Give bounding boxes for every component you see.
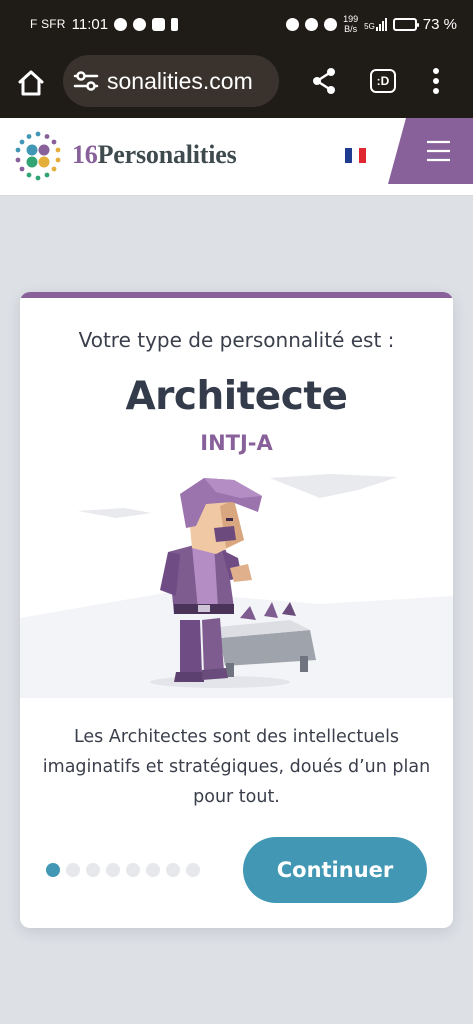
alert-icon [171, 17, 179, 31]
personality-type-code: INTJ-A [200, 431, 273, 455]
status-bar: F SFR 11:01 199 B/s 5G 73 % [0, 0, 473, 48]
french-flag-icon[interactable] [345, 148, 366, 163]
home-icon[interactable] [16, 68, 46, 98]
address-bar[interactable]: sonalities.com [63, 55, 279, 107]
battery-percent: 73 % [422, 15, 457, 33]
status-right: 199 B/s 5G 73 % [286, 14, 457, 34]
logo-word: Personalities [97, 140, 237, 169]
card-accent-bar [20, 292, 453, 298]
pager-dot[interactable] [146, 863, 160, 877]
eye-icon [286, 17, 300, 31]
personality-type-name: Architecte [125, 374, 348, 419]
network-speed-unit: B/s [344, 24, 358, 34]
pager-dot[interactable] [86, 863, 100, 877]
site-logo[interactable]: 16Personalities [72, 140, 237, 170]
status-left: F SFR 11:01 [30, 15, 179, 33]
browser-toolbar: sonalities.com :D [0, 48, 473, 118]
logo-icon[interactable] [12, 130, 64, 182]
clock: 11:01 [71, 15, 109, 33]
pager-dot[interactable] [166, 863, 180, 877]
pager-dot[interactable] [186, 863, 200, 877]
network-speed: 199 B/s [343, 14, 358, 34]
pager-dots[interactable] [46, 863, 200, 877]
personality-description: Les Architectes sont des intellectuels i… [42, 727, 431, 807]
continue-button[interactable]: Continuer [243, 837, 427, 903]
mute-icon [324, 17, 338, 31]
tune-icon[interactable] [73, 70, 99, 92]
signal-icon: 5G [364, 17, 387, 31]
result-card: Votre type de personnalité est : Archite… [20, 292, 453, 928]
alarm-icon [305, 17, 319, 31]
extension-icon[interactable]: :D [370, 69, 396, 93]
pager-dot-active[interactable] [46, 863, 60, 877]
share-icon[interactable] [310, 66, 338, 96]
youtube-icon [152, 17, 166, 31]
result-intro: Votre type de personnalité est : [78, 328, 395, 352]
logo-number: 16 [72, 140, 98, 169]
more-vert-icon[interactable] [428, 66, 444, 96]
pager-dot[interactable] [66, 863, 80, 877]
battery-icon [392, 17, 419, 31]
pager-dot[interactable] [106, 863, 120, 877]
network-type: 5G [364, 21, 375, 31]
network-speed-value: 199 [343, 14, 359, 24]
url-text[interactable]: sonalities.com [107, 68, 253, 95]
pager-dot[interactable] [126, 863, 140, 877]
hamburger-icon[interactable] [388, 118, 473, 184]
carrier-label: F SFR [30, 17, 66, 31]
snapchat-icon [133, 17, 147, 31]
sync-icon [114, 17, 128, 31]
architect-illustration [20, 474, 453, 698]
